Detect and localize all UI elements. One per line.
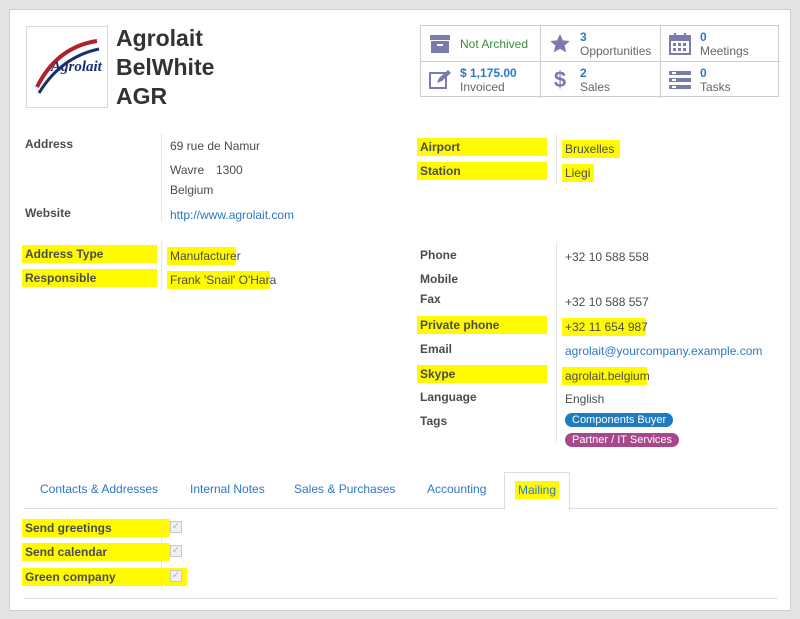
skype-field[interactable]: agrolait.belgium [562,367,650,385]
opportunities-count: 3 [580,29,587,44]
agrolait-logo-icon: Agrolait [35,39,103,94]
tab-sales-purchases[interactable]: Sales & Purchases [294,482,395,496]
tasks-button[interactable]: 0 Tasks [661,62,780,98]
email-label: Email [420,342,453,356]
invoiced-label: Invoiced [460,80,505,94]
airport-field[interactable]: Bruxelles [562,140,620,158]
mobile-label: Mobile [420,272,458,286]
dollar-icon: $ [553,67,567,92]
sales-count: 2 [580,66,587,80]
archive-toggle-button[interactable]: Not Archived [421,26,541,62]
tasks-icon [668,68,692,92]
svg-text:Agrolait: Agrolait [50,59,103,75]
send-greetings-label: Send greetings [22,519,170,537]
website-link[interactable]: http://www.agrolait.com [170,208,294,222]
tab-accounting[interactable]: Accounting [427,482,486,496]
invoiced-button[interactable]: $ 1,175.00 Invoiced [421,62,541,98]
private-phone-field[interactable]: +32 11 654 987 [562,318,648,336]
tab-mailing[interactable]: Mailing [504,472,571,510]
archive-icon [428,32,452,56]
field-divider [161,242,162,290]
responsible-field[interactable]: Frank 'Snail' O'Hara [167,271,276,289]
notebook-tabs: Contacts & Addresses Internal Notes Sale… [24,472,778,510]
opportunities-label: Opportunities [580,43,652,58]
partner-name: Agrolait BelWhite AGR [116,24,214,111]
address-label: Address [25,137,74,151]
send-calendar-checkbox[interactable]: ✓ [170,545,182,557]
field-divider [556,134,557,184]
fax-field[interactable]: +32 10 588 557 [565,295,649,309]
field-divider [556,242,557,442]
responsible-label: Responsible [22,269,157,287]
partner-name-line: BelWhite [116,54,215,80]
station-field[interactable]: Liegi [562,164,594,182]
phone-label: Phone [420,248,457,262]
zip-field[interactable]: 1300 [216,163,243,177]
edit-icon [428,68,452,92]
tag-components-buyer[interactable]: Components Buyer [565,413,674,427]
calendar-icon [668,32,692,56]
green-company-label: Green company [22,568,187,586]
partner-name-line: Agrolait [116,25,203,51]
private-phone-label: Private phone [417,316,547,334]
city-field[interactable]: Wavre [170,163,204,177]
email-link[interactable]: agrolait@yourcompany.example.com [565,344,762,358]
send-greetings-checkbox[interactable]: ✓ [170,521,182,533]
sales-label: Sales [580,80,611,94]
meetings-label: Meetings [700,43,749,58]
station-label: Station [417,162,547,180]
invoiced-amount: $ 1,175.00 [460,66,517,80]
partner-name-line: AGR [116,83,168,109]
sales-button[interactable]: $ 2 Sales [541,62,661,98]
send-calendar-label: Send calendar [22,543,170,561]
star-icon [548,32,572,56]
section-divider [24,598,778,599]
airport-label: Airport [417,138,547,156]
partner-form-sheet: Agrolait Agrolait BelWhite AGR Not Archi… [9,9,791,611]
green-company-checkbox[interactable]: ✓ [170,570,182,582]
fax-label: Fax [420,292,441,306]
opportunities-button[interactable]: 3 Opportunities [541,26,661,62]
street-field[interactable]: 69 rue de Namur [170,139,260,153]
meetings-button[interactable]: 0 Meetings [661,26,780,62]
address-type-field[interactable]: Manufacturer [167,247,241,265]
tab-internal-notes[interactable]: Internal Notes [190,482,265,496]
tasks-count: 0 [700,66,707,80]
tab-contacts-addresses[interactable]: Contacts & Addresses [40,482,158,496]
tags-label: Tags [420,414,448,428]
tab-mailing-label: Mailing [515,481,560,499]
tag-partner-it-services[interactable]: Partner / IT Services [565,433,680,447]
website-label: Website [25,206,71,220]
smart-buttons: Not Archived 3 Opportunities 0 Meetings $ … [420,25,780,98]
address-type-label: Address Type [22,245,157,263]
partner-logo[interactable]: Agrolait [26,26,108,108]
country-field[interactable]: Belgium [170,183,213,197]
language-field[interactable]: English [565,392,604,406]
field-divider [161,134,162,222]
meetings-count: 0 [700,29,707,44]
language-label: Language [420,390,477,404]
tasks-label: Tasks [700,80,731,94]
archive-status: Not Archived [460,36,529,51]
skype-label: Skype [417,365,547,383]
phone-field[interactable]: +32 10 588 558 [565,250,649,264]
